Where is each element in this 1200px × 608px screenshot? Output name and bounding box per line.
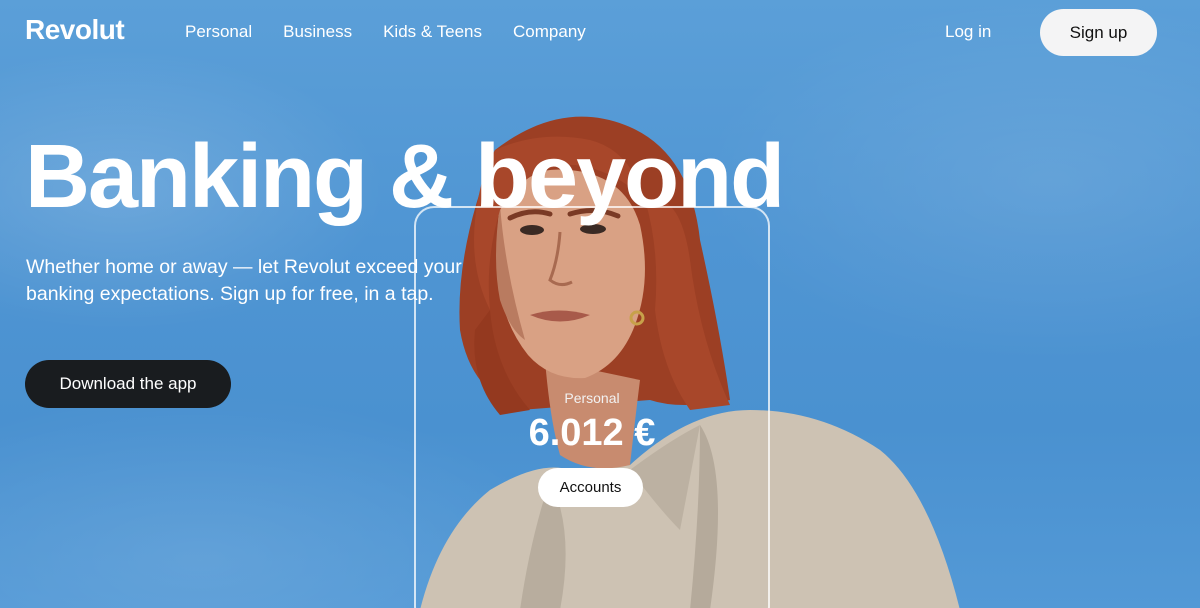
hero-subtext: Whether home or away — let Revolut excee… (26, 256, 462, 305)
hero-section: Revolut Personal Business Kids & Teens C… (0, 0, 1200, 608)
revolut-logo[interactable]: Revolut (25, 14, 125, 46)
nav-link-personal[interactable]: Personal (185, 22, 252, 42)
main-nav: Personal Business Kids & Teens Company (185, 22, 586, 42)
account-type-label: Personal (564, 390, 620, 406)
nav-link-company[interactable]: Company (513, 22, 586, 42)
signup-button[interactable]: Sign up (1040, 9, 1157, 56)
account-balance: 6.012 € (528, 412, 656, 454)
nav-link-kids-teens[interactable]: Kids & Teens (383, 22, 482, 42)
download-app-button[interactable]: Download the app (25, 360, 231, 408)
nav-link-business[interactable]: Business (283, 22, 352, 42)
top-navigation-bar: Revolut Personal Business Kids & Teens C… (0, 0, 1200, 64)
hero-headline: Banking & beyond (25, 127, 785, 227)
login-link[interactable]: Log in (945, 22, 991, 42)
accounts-button[interactable]: Accounts (538, 468, 643, 507)
